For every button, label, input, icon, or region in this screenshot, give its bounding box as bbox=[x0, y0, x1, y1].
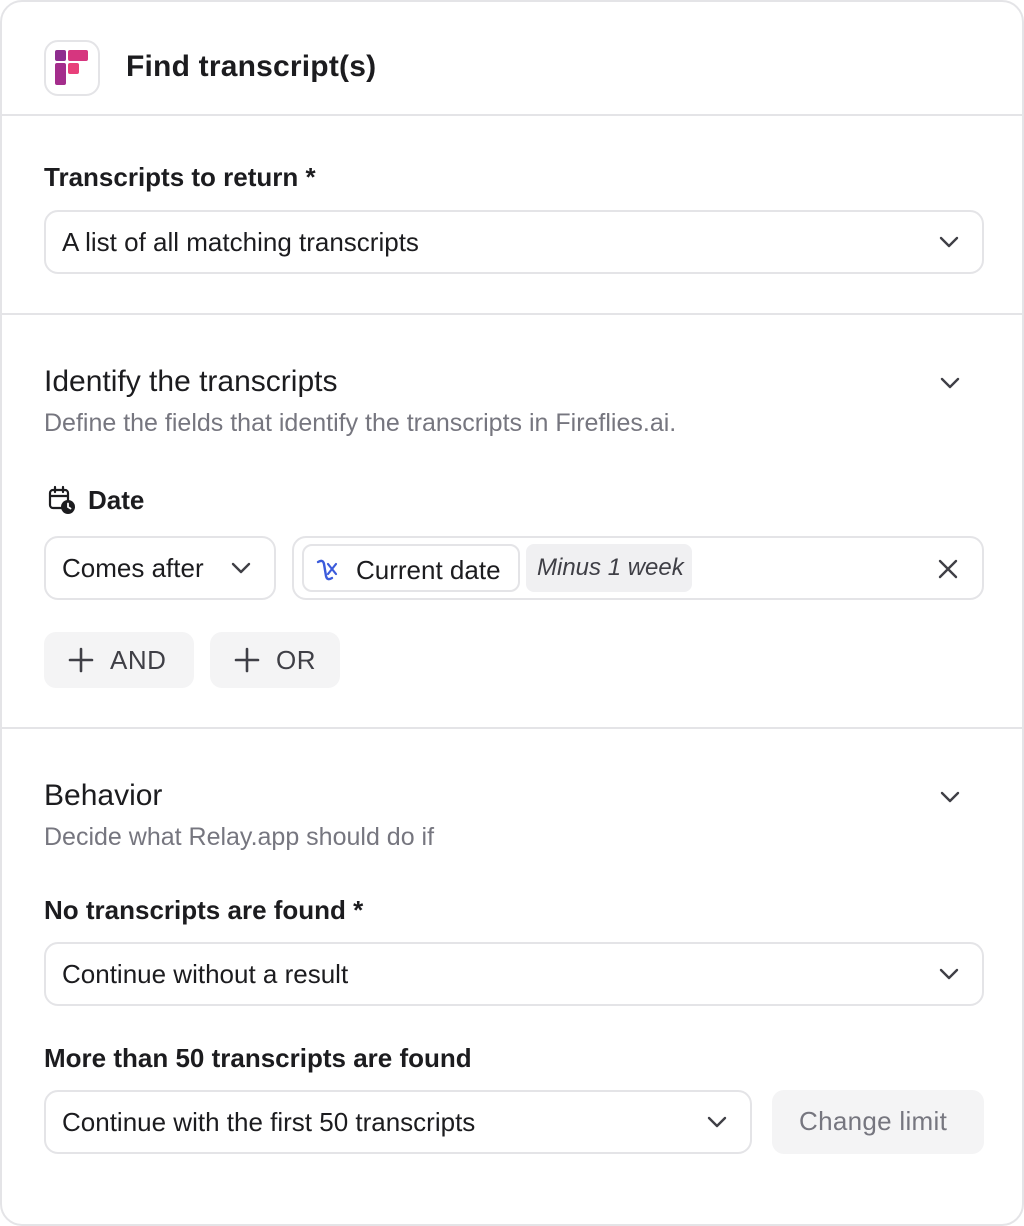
fireflies-app-icon bbox=[44, 40, 100, 96]
date-operator-value: Comes after bbox=[62, 553, 204, 583]
more-than-50-select[interactable]: Continue with the first 50 transcripts bbox=[44, 1090, 752, 1154]
chevron-down-icon bbox=[707, 1116, 727, 1128]
page-title: Find transcript(s) bbox=[126, 50, 377, 83]
no-transcripts-select[interactable]: Continue without a result bbox=[44, 942, 984, 1006]
return-section: Transcripts to return * A list of all ma… bbox=[2, 116, 1022, 315]
chevron-down-icon bbox=[939, 236, 959, 248]
date-operator-select[interactable]: Comes after bbox=[44, 536, 276, 600]
transcripts-to-return-label: Transcripts to return * bbox=[44, 162, 316, 192]
behavior-title: Behavior bbox=[44, 779, 163, 812]
fireflies-logo-icon bbox=[55, 50, 88, 85]
identify-title: Identify the transcripts bbox=[44, 365, 338, 398]
date-field-label: Date bbox=[88, 485, 145, 515]
identify-collapse-chevron-icon[interactable] bbox=[938, 375, 962, 391]
panel-header: Find transcript(s) bbox=[2, 2, 1022, 116]
identify-subtitle: Define the fields that identify the tran… bbox=[44, 409, 677, 437]
behavior-section: Behavior Decide what Relay.app should do… bbox=[2, 729, 1022, 1224]
change-limit-label: Change limit bbox=[799, 1106, 948, 1136]
variable-icon bbox=[316, 559, 338, 581]
no-transcripts-value: Continue without a result bbox=[62, 959, 349, 989]
transcripts-to-return-value: A list of all matching transcripts bbox=[62, 227, 419, 257]
add-and-label: AND bbox=[110, 645, 167, 675]
identify-section: Identify the transcripts Define the fiel… bbox=[2, 315, 1022, 729]
plus-icon bbox=[68, 647, 94, 673]
behavior-subtitle: Decide what Relay.app should do if bbox=[44, 823, 435, 851]
no-transcripts-label: No transcripts are found * bbox=[44, 895, 364, 925]
plus-icon bbox=[234, 647, 260, 673]
change-limit-button[interactable]: Change limit bbox=[772, 1090, 984, 1154]
add-and-button[interactable]: AND bbox=[44, 632, 194, 688]
current-date-label: Current date bbox=[356, 555, 501, 585]
chevron-down-icon bbox=[939, 968, 959, 980]
clear-close-icon[interactable] bbox=[936, 557, 960, 581]
add-or-button[interactable]: OR bbox=[210, 632, 340, 688]
find-transcripts-panel: Find transcript(s) Transcripts to return… bbox=[0, 0, 1024, 1226]
date-value-field[interactable]: Current date Minus 1 week bbox=[292, 536, 984, 600]
behavior-collapse-chevron-icon[interactable] bbox=[938, 789, 962, 805]
date-modifier-tag[interactable]: Minus 1 week bbox=[526, 544, 692, 592]
calendar-clock-icon bbox=[48, 485, 75, 514]
date-modifier-label: Minus 1 week bbox=[537, 554, 684, 581]
add-or-label: OR bbox=[276, 645, 316, 675]
transcripts-to-return-select[interactable]: A list of all matching transcripts bbox=[44, 210, 984, 274]
chevron-down-icon bbox=[231, 562, 251, 574]
current-date-variable-pill[interactable]: Current date bbox=[302, 544, 520, 592]
more-than-50-label: More than 50 transcripts are found bbox=[44, 1043, 472, 1073]
more-than-50-value: Continue with the first 50 transcripts bbox=[62, 1107, 476, 1137]
